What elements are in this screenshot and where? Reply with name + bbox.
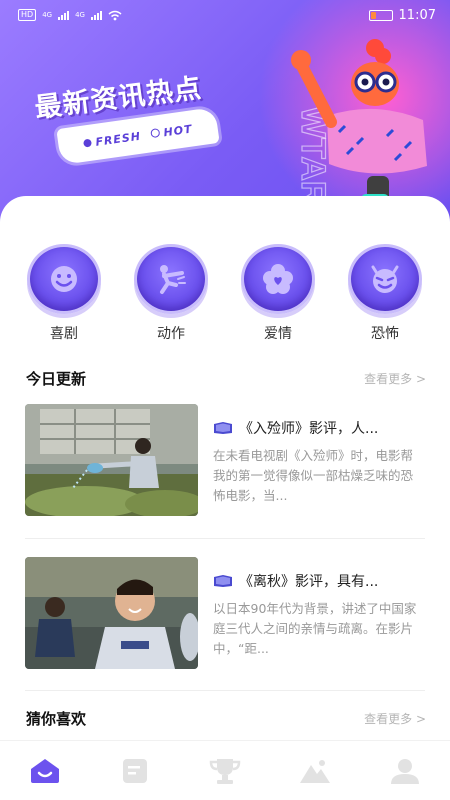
home-icon — [31, 758, 59, 783]
network-label-1: 4G — [42, 11, 53, 19]
battery-icon — [368, 9, 393, 21]
article-card-2[interactable]: 《离秋》影评，具有... 以日本90年代为背景，讲述了中国家庭三代人之间的亲情与… — [25, 557, 425, 669]
today-more-link[interactable]: 查看更多 > — [364, 370, 426, 387]
article-title-1: 《入殓师》影评，人... — [239, 421, 379, 437]
nav-discover[interactable] — [285, 751, 345, 791]
hd-badge: HD — [18, 9, 37, 21]
document-icon — [123, 758, 147, 783]
divider — [25, 690, 425, 691]
network-label-2: 4G — [75, 11, 85, 19]
today-title: 今日更新 — [26, 370, 87, 388]
guess-title: 猜你喜欢 — [26, 710, 87, 728]
article-title-2: 《离秋》影评，具有... — [239, 574, 379, 590]
book-icon — [214, 575, 232, 587]
article-summary-2: 以日本90年代为背景，讲述了中国家庭三代人之间的亲情与疏离。在影片中，“距... — [213, 601, 417, 656]
profile-icon — [391, 758, 419, 784]
article-thumbnail-1 — [25, 404, 198, 516]
status-bar: HD 4G 4G 11:07 — [0, 0, 450, 30]
article-text: 《离秋》影评，具有... 以日本90年代为背景，讲述了中国家庭三代人之间的亲情与… — [213, 557, 425, 669]
nav-ranking[interactable] — [195, 751, 255, 791]
tag-hot: HOT — [149, 122, 193, 141]
article-card-1[interactable]: 《入殓师》影评，人... 在未看电视剧《入殓师》时，电影帮我的第一觉得像似一部枯… — [25, 404, 425, 516]
guess-section-header: 猜你喜欢 查看更多 > — [26, 708, 426, 729]
smile-face-icon — [27, 244, 101, 314]
kick-figure-icon — [134, 244, 208, 314]
clock: 11:07 — [398, 7, 436, 23]
genre-romance[interactable]: 爱情 — [238, 244, 318, 343]
book-icon — [214, 422, 232, 434]
article-text: 《入殓师》影评，人... 在未看电视剧《入殓师》时，电影帮我的第一觉得像似一部枯… — [213, 404, 425, 516]
character-illustration: WTAR — [291, 39, 427, 206]
genre-row: 喜剧 动作 爱情 恐怖 — [0, 244, 450, 344]
today-section-header: 今日更新 查看更多 > — [26, 368, 426, 389]
genre-horror[interactable]: 恐怖 — [345, 244, 425, 343]
signal-icon — [58, 10, 70, 20]
genre-label: 爱情 — [264, 326, 292, 342]
genre-action[interactable]: 动作 — [131, 244, 211, 343]
devil-face-icon — [348, 244, 422, 314]
tag-fresh: FRESH — [83, 129, 142, 150]
bottom-nav — [0, 740, 450, 800]
article-thumbnail-2 — [25, 557, 198, 669]
trophy-icon — [209, 758, 241, 784]
flower-heart-icon — [241, 244, 315, 314]
divider — [25, 538, 425, 539]
nav-articles[interactable] — [105, 751, 165, 791]
mountain-icon — [300, 759, 330, 783]
nav-home[interactable] — [15, 751, 75, 791]
wifi-icon — [108, 10, 122, 20]
article-summary-1: 在未看电视剧《入殓师》时，电影帮我的第一觉得像似一部枯燥乏味的恐怖电影，当... — [213, 448, 414, 503]
content-card: 喜剧 动作 爱情 恐怖 今日更新 查看更多 > 《入殓师》影评，人... 在未看… — [0, 196, 450, 800]
nav-profile[interactable] — [375, 751, 435, 791]
genre-comedy[interactable]: 喜剧 — [24, 244, 104, 343]
genre-label: 动作 — [157, 326, 185, 342]
guess-more-link[interactable]: 查看更多 > — [364, 710, 426, 727]
genre-label: 喜剧 — [50, 326, 78, 342]
signal-icon-2 — [90, 10, 102, 20]
genre-label: 恐怖 — [371, 326, 399, 342]
